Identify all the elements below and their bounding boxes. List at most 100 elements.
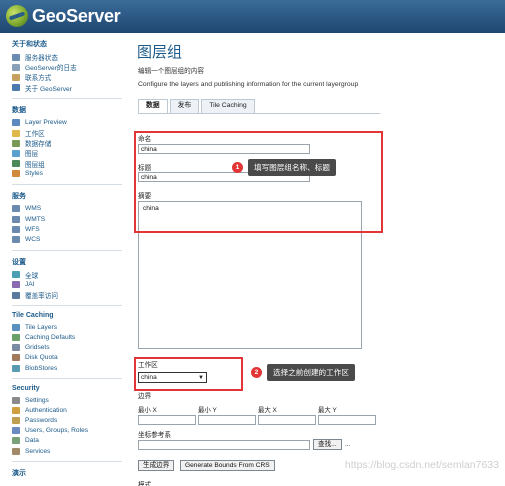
sidebar-section: Tile Caching Tile Layers Caching Defaults G… xyxy=(0,306,130,375)
sidebar-item[interactable]: JAI xyxy=(12,280,130,290)
sidebar-item[interactable]: 图层 xyxy=(12,148,130,158)
disk-quota-icon xyxy=(12,354,20,362)
tab-bar: 数据 发布 Tile Caching xyxy=(138,99,257,113)
sidebar-item-label: Authentication xyxy=(25,406,67,414)
annotation-callout-2: 2 选择之前创建的工作区 xyxy=(251,364,355,381)
sidebar-item[interactable]: Layer Preview xyxy=(12,118,130,128)
sidebar-item-label: WCS xyxy=(25,236,41,244)
sidebar-item[interactable]: Gridsets xyxy=(12,343,130,353)
sidebar-item[interactable]: 数据存储 xyxy=(12,138,130,148)
sidebar-item-label: Tile Layers xyxy=(25,323,58,331)
annotation-note-2: 选择之前创建的工作区 xyxy=(267,364,355,381)
app-name: GeoServer xyxy=(32,5,121,26)
sidebar-item[interactable]: Styles xyxy=(12,169,130,179)
authentication-icon xyxy=(12,406,20,414)
max-y-field[interactable] xyxy=(318,415,376,425)
min-x-field[interactable] xyxy=(138,415,196,425)
sidebar-item-label: WMS xyxy=(25,205,42,213)
generate-bounds-from-crs-button[interactable]: Generate Bounds From CRS xyxy=(180,460,275,471)
service-icon xyxy=(12,225,20,233)
min-y-field[interactable] xyxy=(198,415,256,425)
sidebar-item-label: BlobStores xyxy=(25,364,58,372)
annotation-callout-1: 1 填写图层组名称、标题 xyxy=(232,159,336,176)
sidebar-item[interactable]: WCS xyxy=(12,234,130,244)
sidebar-item[interactable]: Passwords xyxy=(12,416,130,426)
sidebar-section-title: 服务 xyxy=(12,192,26,200)
sidebar-item[interactable]: Caching Defaults xyxy=(12,332,130,342)
main-content: 图层组 编辑一个图层组的内容 Configure the layers and … xyxy=(133,33,505,486)
layer-group-icon xyxy=(12,160,20,168)
sidebar-item-label: Layer Preview xyxy=(25,119,67,127)
sidebar-item[interactable]: Users, Groups, Roles xyxy=(12,426,130,436)
annotation-box-workspace xyxy=(134,357,243,391)
bounds-label: 边界 xyxy=(138,393,152,400)
passwords-icon xyxy=(12,417,20,425)
coverage-icon xyxy=(12,291,20,299)
max-x-field[interactable] xyxy=(258,415,316,425)
sidebar-item[interactable]: 关于 GeoServer xyxy=(12,83,130,93)
sidebar-item-label: 图层组 xyxy=(25,161,45,169)
sidebar-item[interactable]: 全球 xyxy=(12,270,130,280)
sidebar-item-label: Settings xyxy=(25,396,49,404)
sidebar-item[interactable]: GeoServer的日志 xyxy=(12,62,130,72)
sidebar-section: 服务 WMS WMTS WFS WCS xyxy=(0,185,130,247)
sidebar-item-label: Data xyxy=(25,437,39,445)
sidebar-item[interactable]: Data xyxy=(12,436,130,446)
sidebar-item[interactable]: Services xyxy=(12,446,130,456)
sidebar-item-label: WMTS xyxy=(25,215,46,223)
data-security-icon xyxy=(12,437,20,445)
sidebar-item-label: JAI xyxy=(25,281,35,289)
sidebar-section: 演示 xyxy=(0,462,130,483)
geoserver-logo[interactable]: GeoServer xyxy=(6,5,121,27)
sidebar-item[interactable]: Settings xyxy=(12,395,130,405)
sidebar-section: 关于和状态 服务器状态 GeoServer的日志 联系方式 关于 GeoServer xyxy=(0,33,130,95)
sidebar-item-label: Services xyxy=(25,447,51,455)
server-status-icon xyxy=(12,53,20,61)
crs-label: 坐标参考系 xyxy=(138,432,171,439)
contact-icon xyxy=(12,73,20,81)
tab-data[interactable]: 数据 xyxy=(138,99,168,113)
sidebar-section: Security Settings Authentication Passwords U… xyxy=(0,379,130,458)
sidebar-item[interactable]: 联系方式 xyxy=(12,72,130,82)
sidebar-item[interactable]: Disk Quota xyxy=(12,353,130,363)
sidebar-item[interactable]: WMS xyxy=(12,204,130,214)
sidebar-item[interactable]: 覆盖率访问 xyxy=(12,290,130,300)
annotation-box-name-title xyxy=(134,131,383,233)
users-icon xyxy=(12,427,20,435)
sidebar-item-label: Styles xyxy=(25,170,43,178)
sidebar-item[interactable]: 图层组 xyxy=(12,159,130,169)
sidebar-item-label: Users, Groups, Roles xyxy=(25,427,89,435)
find-crs-button[interactable]: 查找... xyxy=(313,439,342,450)
sidebar-item[interactable]: Tile Layers xyxy=(12,322,130,332)
max-y-label: 最大 Y xyxy=(318,407,337,414)
sidebar-item-label: Gridsets xyxy=(25,344,50,352)
tab-publishing[interactable]: 发布 xyxy=(169,99,200,113)
layer-icon xyxy=(12,149,20,157)
sidebar-item-label: GeoServer的日志 xyxy=(25,65,77,73)
blobstores-icon xyxy=(12,364,20,372)
min-x-label: 最小 X xyxy=(138,407,157,414)
crs-field[interactable] xyxy=(138,440,310,450)
generate-bounds-button[interactable]: 生成边界 xyxy=(138,460,175,471)
annotation-note-1: 填写图层组名称、标题 xyxy=(248,159,336,176)
sidebar-item[interactable]: Authentication xyxy=(12,405,130,415)
sidebar-item[interactable]: 服务器状态 xyxy=(12,52,130,62)
sidebar-item[interactable]: WFS xyxy=(12,224,130,234)
sidebar-item-label: WFS xyxy=(25,225,40,233)
folder-icon xyxy=(12,129,20,137)
max-x-label: 最大 X xyxy=(258,407,277,414)
sidebar-section-title: 数据 xyxy=(12,106,26,114)
sidebar-item[interactable]: WMTS xyxy=(12,214,130,224)
sidebar-nav: 关于和状态 服务器状态 GeoServer的日志 联系方式 关于 GeoServer 数据… xyxy=(0,33,130,486)
page-title: 图层组 xyxy=(137,44,183,61)
jai-icon xyxy=(12,281,20,289)
sidebar-item[interactable]: BlobStores xyxy=(12,363,130,373)
geoserver-logo-icon xyxy=(6,5,28,27)
tab-tile-caching[interactable]: Tile Caching xyxy=(201,99,255,113)
gridsets-icon xyxy=(12,344,20,352)
sidebar-item[interactable]: 工作区 xyxy=(12,128,130,138)
sidebar-item-label: 服务器状态 xyxy=(25,55,58,63)
sidebar-item-label: 覆盖率访问 xyxy=(25,293,58,301)
service-icon xyxy=(12,205,20,213)
sidebar-section: 数据 Layer Preview 工作区 数据存储 图层图层组 Styles xyxy=(0,99,130,181)
